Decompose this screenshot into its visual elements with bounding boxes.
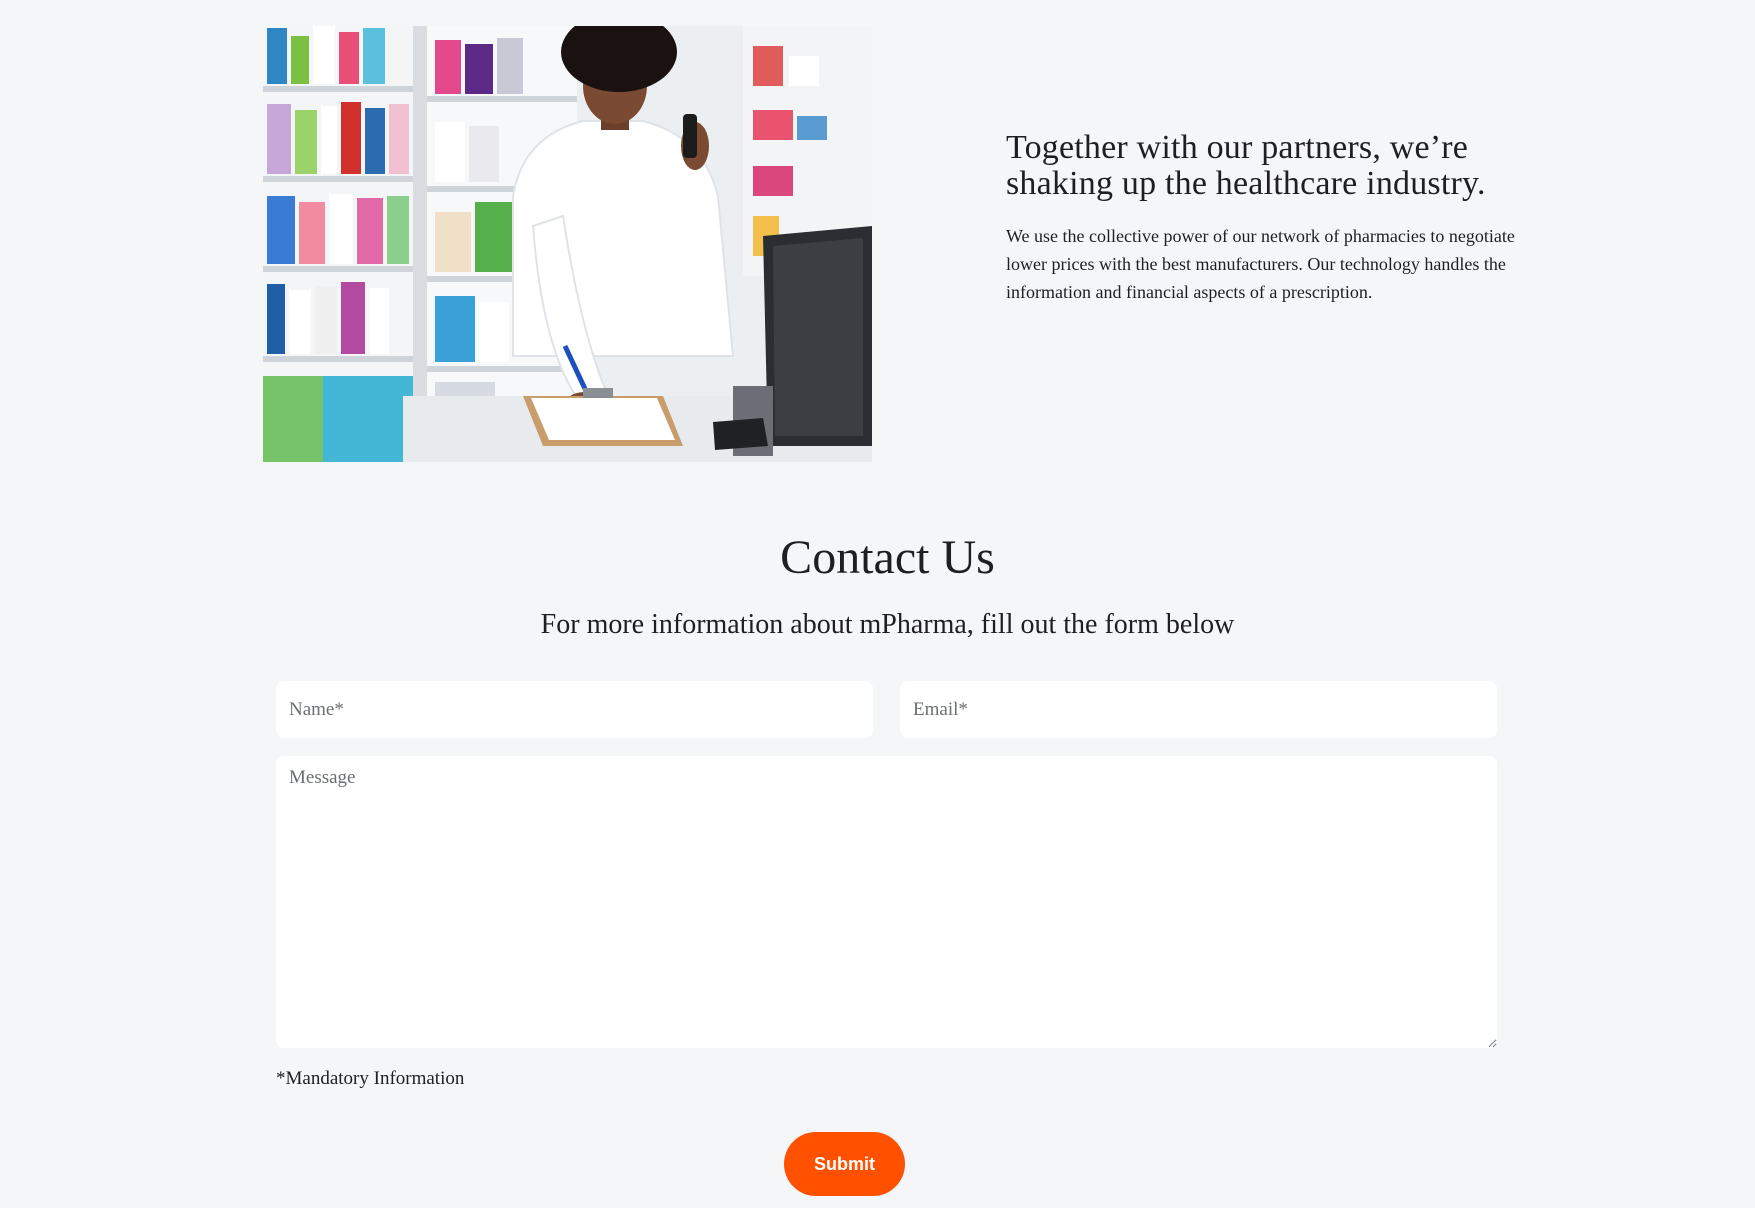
pharmacist-illustration: [263, 26, 872, 462]
submit-button[interactable]: Submit: [784, 1132, 905, 1196]
hero-image: [263, 26, 872, 462]
partners-description: We use the collective power of our netwo…: [1006, 226, 1515, 302]
contact-title: Contact Us: [780, 531, 995, 584]
contact-subtitle: For more information about mPharma, fill…: [540, 609, 1235, 640]
mandatory-note: *Mandatory Information: [276, 1068, 465, 1089]
email-field[interactable]: [900, 681, 1497, 738]
partners-heading: Together with our partners, we’re shakin…: [1006, 129, 1486, 202]
message-field[interactable]: [276, 756, 1497, 1048]
name-field[interactable]: [276, 681, 873, 738]
partners-section: Together with our partners, we’re shakin…: [1006, 130, 1526, 306]
